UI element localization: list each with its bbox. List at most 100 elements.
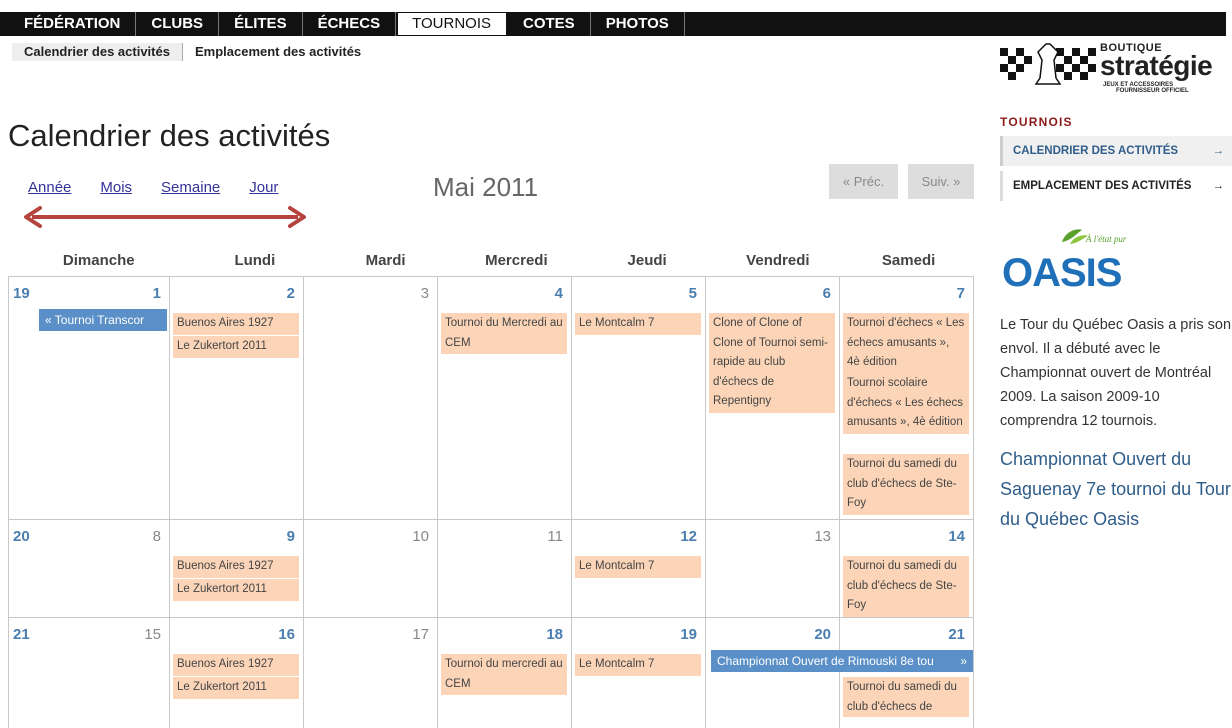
day-number[interactable]: 4 [555, 285, 563, 302]
day-number[interactable]: 2 [287, 285, 295, 302]
arrow-right-icon: → [1212, 180, 1225, 192]
day-cell[interactable]: 10 [304, 520, 438, 618]
header-dimanche: Dimanche [62, 252, 135, 269]
day-cell[interactable]: 20 [706, 618, 840, 728]
oasis-logo[interactable]: À l'état pur OASIS [1000, 228, 1160, 292]
calendar-week: 20 8 9 Buenos Aires 1927 Le Zukertort 20… [8, 520, 974, 618]
nav-federation[interactable]: FÉDÉRATION [12, 12, 137, 36]
continue-arrow-icon: » [960, 654, 967, 668]
next-month-button[interactable]: Suiv. » [908, 164, 974, 199]
day-cell[interactable]: 4 Tournoi du Mercredi au CEM [438, 277, 572, 520]
day-cell[interactable]: 9 Buenos Aires 1927 Le Zukertort 2011 [170, 520, 304, 618]
day-cell[interactable]: 11 [438, 520, 572, 618]
calendar-event[interactable]: Tournoi du samedi du club d'échecs de St… [843, 556, 969, 617]
calendar-event[interactable]: Le Montcalm 7 [575, 556, 701, 578]
calendar-event[interactable]: Tournoi du samedi du club d'échecs de [843, 677, 969, 717]
day-cell[interactable]: 6 Clone of Clone of Clone of Tournoi sem… [706, 277, 840, 520]
week-number[interactable]: 20 [13, 528, 30, 545]
chess-board-logo-icon [1000, 43, 1096, 85]
day-number[interactable]: 21 [948, 626, 965, 643]
week-number[interactable]: 21 [13, 626, 30, 643]
day-number[interactable]: 14 [948, 528, 965, 545]
day-cell[interactable]: 21 15 [9, 618, 170, 728]
day-number[interactable]: 18 [546, 626, 563, 643]
day-number[interactable]: 16 [278, 626, 295, 643]
day-number[interactable]: 15 [144, 626, 161, 643]
view-annee-link[interactable]: Année [28, 179, 71, 196]
day-header-row: Dimanche Lundi Mardi Mercredi Jeudi Vend… [8, 250, 974, 276]
calendar-event[interactable]: Le Montcalm 7 [575, 313, 701, 335]
subnav-calendrier[interactable]: Calendrier des activités [12, 43, 183, 61]
month-calendar: Dimanche Lundi Mardi Mercredi Jeudi Vend… [8, 250, 974, 728]
page-title: Calendrier des activités [8, 118, 331, 153]
calendar-event[interactable]: Le Zukertort 2011 [173, 677, 299, 699]
calendar-event[interactable]: Buenos Aires 1927 [173, 313, 299, 335]
day-number[interactable]: 1 [153, 285, 161, 302]
day-cell[interactable]: 13 [706, 520, 840, 618]
day-cell[interactable]: 21 Tournoi du samedi du club d'échecs de [840, 618, 974, 728]
day-cell[interactable]: 3 [304, 277, 438, 520]
day-number[interactable]: 11 [547, 528, 563, 545]
day-number[interactable]: 19 [680, 626, 697, 643]
header-vendredi: Vendredi [746, 252, 810, 269]
calendar-event[interactable]: Tournoi du mercredi au CEM [441, 654, 567, 695]
day-number[interactable]: 12 [680, 528, 697, 545]
multi-day-event[interactable]: « Tournoi Transcor [39, 309, 167, 331]
calendar-event[interactable]: Buenos Aires 1927 [173, 654, 299, 676]
calendar-event[interactable]: Buenos Aires 1927 [173, 556, 299, 578]
header-mardi: Mardi [365, 252, 406, 269]
nav-clubs[interactable]: CLUBS [136, 12, 220, 36]
day-number[interactable]: 10 [412, 528, 429, 545]
view-mois-link[interactable]: Mois [100, 179, 132, 196]
day-cell[interactable]: 20 8 [9, 520, 170, 618]
subnav-emplacement[interactable]: Emplacement des activités [183, 43, 373, 61]
nav-cotes[interactable]: COTES [508, 12, 591, 36]
arrow-right-icon: → [1212, 145, 1225, 157]
day-cell[interactable]: 2 Buenos Aires 1927 Le Zukertort 2011 [170, 277, 304, 520]
calendar-event[interactable]: Le Montcalm 7 [575, 654, 701, 676]
view-jour-link[interactable]: Jour [249, 179, 278, 196]
day-number[interactable]: 8 [153, 528, 161, 545]
calendar-event[interactable]: Le Zukertort 2011 [173, 336, 299, 358]
calendar-event[interactable]: Tournoi du Mercredi au CEM [441, 313, 567, 354]
double-arrow-icon [24, 206, 306, 228]
nav-tournois[interactable]: TOURNOIS [398, 13, 506, 35]
logo-name: stratégie [1100, 50, 1213, 81]
week-number[interactable]: 19 [13, 285, 30, 302]
day-number[interactable]: 5 [689, 285, 697, 302]
day-number[interactable]: 3 [421, 285, 429, 302]
day-cell[interactable]: 14 Tournoi du samedi du club d'échecs de… [840, 520, 974, 618]
day-number[interactable]: 7 [957, 285, 965, 302]
day-cell[interactable]: 16 Buenos Aires 1927 Le Zukertort 2011 [170, 618, 304, 728]
nav-echecs[interactable]: ÉCHECS [303, 12, 397, 36]
prev-month-button[interactable]: « Préc. [829, 164, 898, 199]
sidebar-item-calendrier[interactable]: CALENDRIER DES ACTIVITÉS → [1000, 136, 1232, 166]
day-cell[interactable]: 5 Le Montcalm 7 [572, 277, 706, 520]
boutique-strategie-logo[interactable]: BOUTIQUE stratégie JEUX ET ACCESSOIRES F… [1000, 22, 1226, 94]
day-cell[interactable]: 18 Tournoi du mercredi au CEM [438, 618, 572, 728]
day-cell[interactable]: 19 Le Montcalm 7 [572, 618, 706, 728]
view-semaine-link[interactable]: Semaine [161, 179, 220, 196]
day-number[interactable]: 20 [814, 626, 831, 643]
day-number[interactable]: 9 [287, 528, 295, 545]
calendar-event[interactable]: Tournoi du samedi du club d'échecs de St… [843, 454, 969, 515]
calendar-event[interactable]: Tournoi d'échecs « Les échecs amusants »… [843, 313, 969, 374]
day-number[interactable]: 17 [412, 626, 429, 643]
day-number[interactable]: 13 [814, 528, 831, 545]
sidebar-item-label: EMPLACEMENT DES ACTIVITÉS [1013, 180, 1192, 192]
header-mercredi: Mercredi [485, 252, 548, 269]
oasis-tournament-link[interactable]: Championnat Ouvert du Saguenay 7e tourno… [1000, 444, 1232, 534]
day-cell[interactable]: 7 Tournoi d'échecs « Les échecs amusants… [840, 277, 974, 520]
calendar-event[interactable]: Tournoi scolaire d'échecs « Les échecs a… [843, 373, 969, 434]
nav-photos[interactable]: PHOTOS [591, 12, 685, 36]
calendar-event[interactable]: Le Zukertort 2011 [173, 579, 299, 601]
sidebar-item-emplacement[interactable]: EMPLACEMENT DES ACTIVITÉS → [1000, 171, 1232, 201]
calendar-event[interactable]: Clone of Clone of Clone of Tournoi semi-… [709, 313, 835, 413]
logo-tagline-2: FOURNISSEUR OFFICIEL [1116, 88, 1189, 94]
nav-elites[interactable]: ÉLITES [219, 12, 303, 36]
multi-day-event[interactable]: Championnat Ouvert de Rimouski 8e tou » [711, 650, 973, 672]
day-cell[interactable]: 12 Le Montcalm 7 [572, 520, 706, 618]
day-number[interactable]: 6 [823, 285, 831, 302]
day-cell[interactable]: 17 [304, 618, 438, 728]
view-switcher: Année Mois Semaine Jour [28, 179, 307, 196]
